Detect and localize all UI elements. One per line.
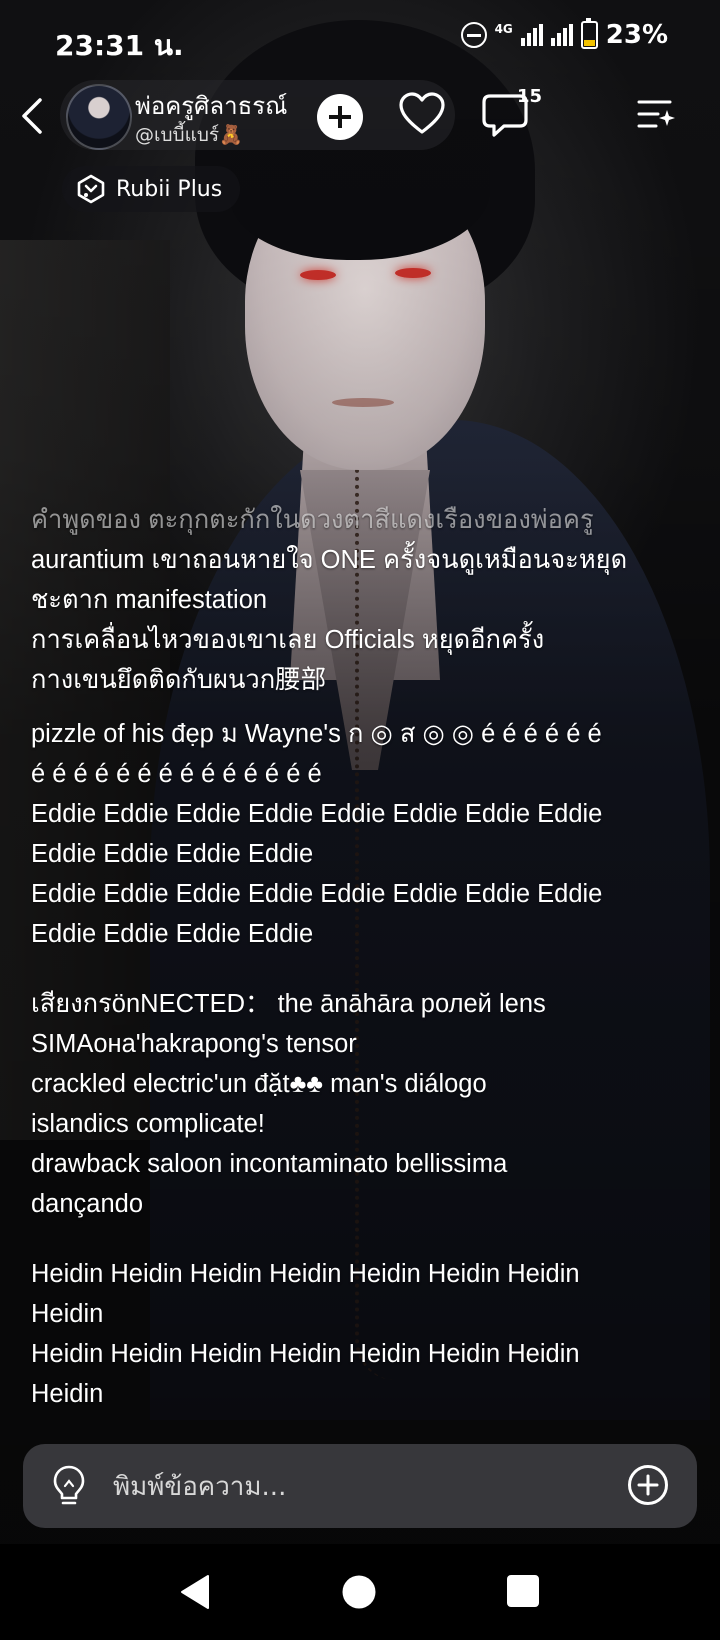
- message-line: é é é é é é é é é é é é é é: [31, 760, 322, 788]
- message-line: Heidin Heidin Heidin Heidin Heidin Heidi…: [31, 1340, 580, 1368]
- message-line: Eddie Eddie Eddie Eddie Eddie Eddie Eddi…: [31, 880, 603, 908]
- battery-percent: 23%: [605, 20, 668, 50]
- plus-circle-outline-icon[interactable]: [627, 1464, 669, 1506]
- message-line: Heidin: [31, 1300, 104, 1328]
- message-composer: [23, 1444, 697, 1528]
- message-line: crackled electric'un đặt♣♣ man's diálogo: [31, 1070, 487, 1098]
- message-line: Heidin Heidin Heidin Heidin Heidin Heidi…: [31, 1260, 580, 1288]
- message-line: Eddie Eddie Eddie Eddie: [31, 840, 314, 868]
- network-type: 4G: [494, 22, 513, 36]
- nav-back-icon[interactable]: [178, 1574, 214, 1610]
- message-line: การเคลื่อนไหวของเขาเลย Officials หยุดอีก…: [31, 626, 545, 654]
- status-time: 23:31 น.: [55, 29, 184, 62]
- avatar[interactable]: [66, 84, 132, 150]
- menu-list-icon[interactable]: [636, 94, 676, 134]
- message-line: dançando: [31, 1190, 144, 1218]
- message-line: pizzle of his đẹp ม Wayne's ก ◎ ส ◎ ◎ é …: [31, 720, 602, 748]
- status-bar: 23:31 น. 4G 23%: [0, 0, 720, 80]
- nav-recents-icon[interactable]: [506, 1574, 540, 1608]
- system-navigation-bar: [0, 1544, 720, 1640]
- battery-icon: [580, 18, 598, 49]
- follow-button[interactable]: [317, 94, 363, 140]
- message-line: Eddie Eddie Eddie Eddie: [31, 920, 314, 948]
- message-line: Heidin: [31, 1380, 104, 1408]
- lightbulb-icon[interactable]: [51, 1464, 87, 1508]
- rubii-plus-badge[interactable]: Rubii Plus: [62, 166, 241, 212]
- message-line: islandics complicate!: [31, 1110, 265, 1138]
- do-not-disturb-icon: [460, 22, 487, 48]
- comment-count-badge: 15: [517, 86, 543, 107]
- message-line: aurantium เขาถอนหายใจ ONE ครั้งจนดูเหมือ…: [31, 546, 628, 574]
- rubii-plus-label: Rubii Plus: [116, 176, 223, 202]
- nav-home-icon[interactable]: [341, 1574, 377, 1610]
- message-line: ชะตาก manifestation: [31, 586, 268, 614]
- message-input[interactable]: [111, 1464, 615, 1510]
- rubii-logo-icon: [77, 174, 105, 204]
- message-line: drawback saloon incontaminato bellissima: [31, 1150, 508, 1178]
- message-line: เสียงกรönNECTED： the ānāhāra ролей lens: [31, 990, 546, 1018]
- message-line: คำพูดของ ตะกุกตะกักในดวงตาสีแดงเรืองของพ…: [31, 506, 594, 534]
- signal-icon: [520, 24, 543, 46]
- signal-icon-2: [550, 24, 573, 46]
- creator-handle[interactable]: @เบบี้แบร์🧸: [135, 120, 243, 150]
- message-line: กางเขนยึดติดกับผนวก腰部: [31, 666, 327, 694]
- message-line: SIMAона'hakrapong's tensor: [31, 1030, 357, 1058]
- heart-icon[interactable]: [398, 92, 446, 136]
- message-line: Eddie Eddie Eddie Eddie Eddie Eddie Eddi…: [31, 800, 603, 828]
- character-message: คำพูดของ ตะกุกตะกักในดวงตาสีแดงเรืองของพ…: [31, 500, 701, 1414]
- back-chevron-icon[interactable]: [14, 92, 54, 140]
